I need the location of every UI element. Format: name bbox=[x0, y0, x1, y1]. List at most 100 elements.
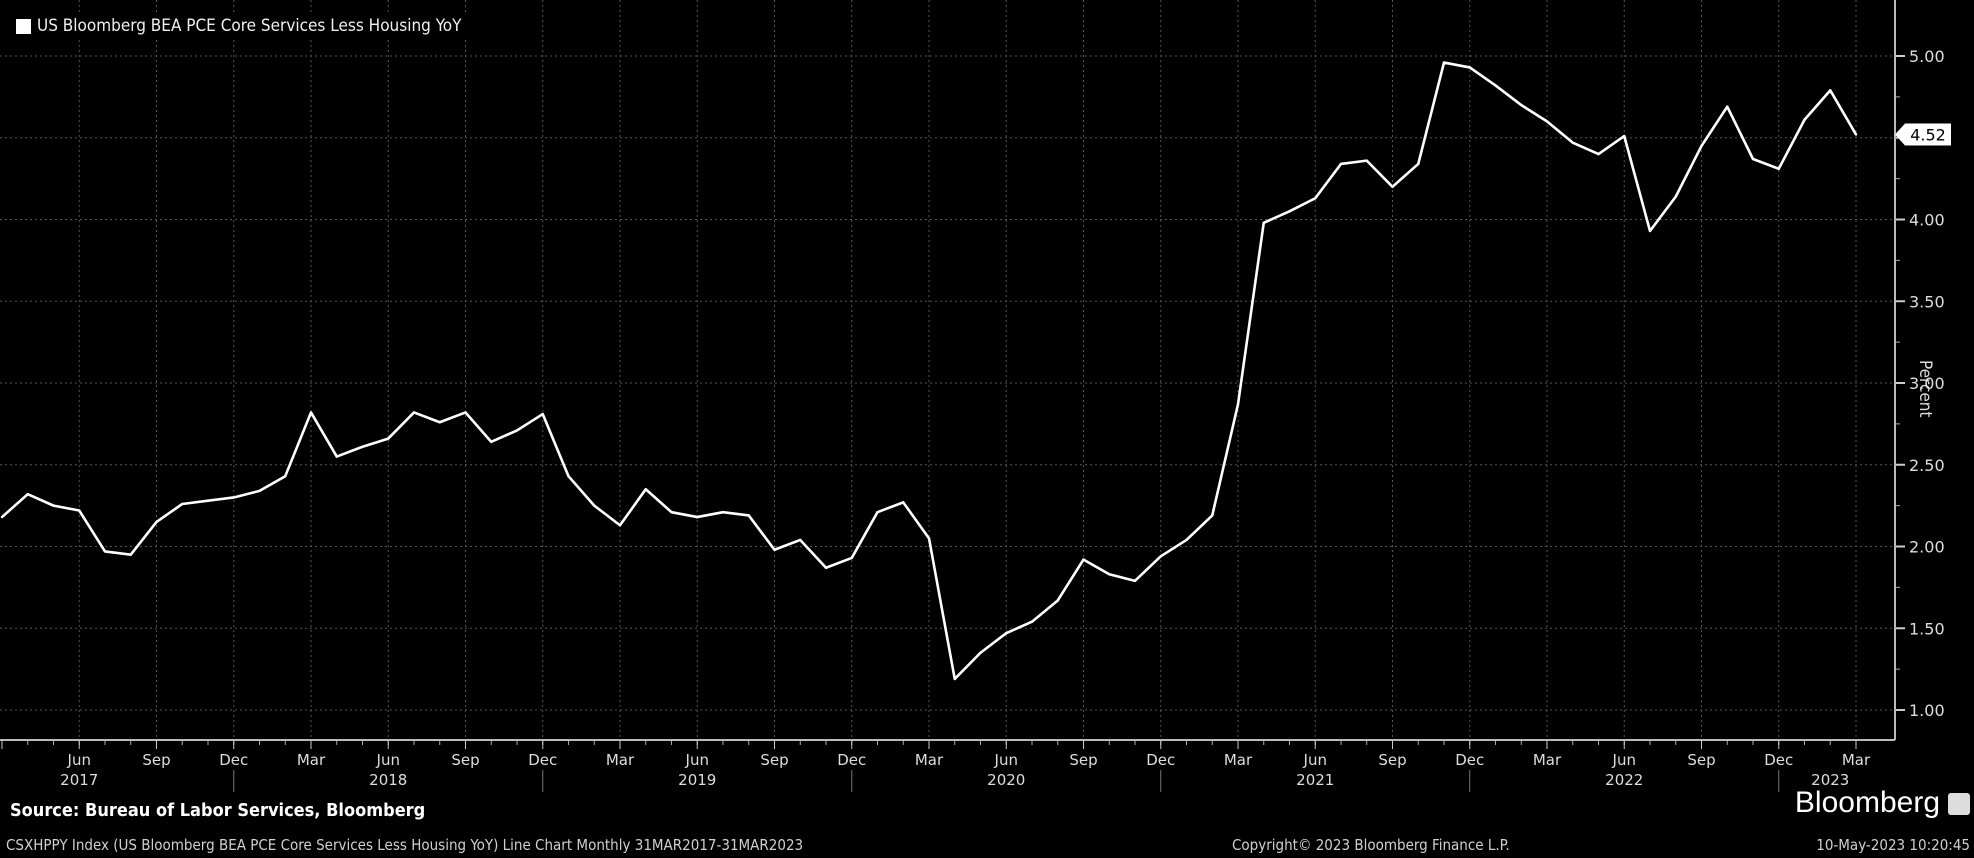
data-point bbox=[644, 488, 647, 491]
data-point bbox=[103, 550, 107, 553]
footer-timestamp: 10-May-2023 10:20:45 bbox=[1816, 836, 1970, 854]
data-point bbox=[515, 429, 519, 432]
data-point bbox=[1520, 103, 1523, 107]
data-point bbox=[1597, 152, 1600, 156]
data-point bbox=[567, 474, 570, 478]
x-tick-label: Sep bbox=[451, 751, 479, 769]
last-value-label: 4.52 bbox=[1910, 125, 1946, 144]
x-tick-label: Jun bbox=[376, 751, 400, 769]
x-tick-label: Mar bbox=[915, 751, 944, 769]
x-year-label: 2022 bbox=[1605, 771, 1643, 789]
data-point bbox=[1082, 558, 1085, 561]
footer-description: CSXHPPY Index (US Bloomberg BEA PCE Core… bbox=[6, 836, 804, 854]
data-point bbox=[1417, 162, 1420, 166]
x-tick-label: Jun bbox=[1303, 751, 1327, 769]
data-point bbox=[799, 538, 802, 542]
legend-swatch bbox=[16, 18, 31, 34]
x-tick-label: Sep bbox=[142, 751, 170, 769]
x-year-label: 2019 bbox=[678, 771, 716, 789]
x-tick-label: Dec bbox=[528, 751, 557, 769]
data-point bbox=[232, 496, 235, 499]
data-point bbox=[824, 566, 828, 569]
x-year-label: 2017 bbox=[60, 771, 98, 789]
data-point bbox=[52, 504, 55, 507]
data-point bbox=[593, 504, 596, 507]
y-tick-label: 5.00 bbox=[1909, 47, 1945, 66]
data-point bbox=[26, 492, 29, 496]
x-year-label: 2020 bbox=[987, 771, 1025, 789]
data-point bbox=[1803, 118, 1806, 121]
data-point bbox=[387, 437, 390, 440]
data-point bbox=[1133, 579, 1137, 583]
y-tick-label: 4.00 bbox=[1909, 211, 1945, 230]
data-point bbox=[258, 489, 261, 493]
data-point bbox=[670, 510, 673, 514]
y-tick-label: 1.00 bbox=[1909, 701, 1945, 720]
data-point bbox=[464, 411, 467, 414]
data-point bbox=[438, 421, 441, 424]
data-point bbox=[1494, 84, 1497, 87]
data-point bbox=[1159, 555, 1162, 558]
last-value-pointer bbox=[1895, 123, 1905, 146]
data-point bbox=[1365, 159, 1368, 162]
data-point bbox=[1185, 538, 1188, 542]
y-axis-label: Percent bbox=[1915, 360, 1935, 418]
line-chart: 1.001.502.002.503.003.504.004.505.00JunS… bbox=[0, 0, 1951, 792]
x-tick-label: Jun bbox=[685, 751, 709, 769]
data-point bbox=[1236, 403, 1240, 406]
data-point bbox=[1391, 185, 1394, 188]
data-point bbox=[1468, 66, 1471, 69]
data-point bbox=[206, 499, 210, 502]
data-point bbox=[412, 411, 416, 414]
data-point bbox=[1700, 144, 1703, 148]
y-tick-label: 1.50 bbox=[1909, 619, 1945, 638]
data-point bbox=[155, 520, 158, 524]
bloomberg-chart-icon bbox=[1948, 793, 1970, 815]
data-point bbox=[1648, 229, 1652, 233]
data-point bbox=[361, 445, 364, 448]
y-tick-label: 2.50 bbox=[1909, 456, 1945, 475]
x-tick-label: Dec bbox=[1455, 751, 1484, 769]
x-tick-label: Mar bbox=[1842, 751, 1871, 769]
x-tick-label: Sep bbox=[1378, 751, 1406, 769]
data-point bbox=[618, 524, 622, 527]
data-point bbox=[1829, 89, 1832, 92]
data-point bbox=[1442, 61, 1446, 64]
x-tick-label: Mar bbox=[1224, 751, 1253, 769]
legend: US Bloomberg BEA PCE Core Services Less … bbox=[12, 14, 466, 38]
x-tick-label: Dec bbox=[219, 751, 248, 769]
data-point bbox=[1262, 221, 1265, 224]
x-tick-label: Mar bbox=[1533, 751, 1562, 769]
x-tick-label: Sep bbox=[1069, 751, 1097, 769]
data-point bbox=[490, 440, 493, 444]
x-tick-label: Sep bbox=[1687, 751, 1715, 769]
data-point bbox=[1751, 157, 1755, 161]
data-point bbox=[1571, 141, 1574, 144]
x-tick-label: Dec bbox=[1764, 751, 1793, 769]
data-point bbox=[129, 553, 132, 556]
bloomberg-logo: Bloomberg bbox=[1794, 786, 1940, 819]
x-tick-label: Mar bbox=[606, 751, 635, 769]
data-point bbox=[953, 677, 956, 681]
data-point bbox=[1288, 210, 1291, 213]
data-point bbox=[876, 510, 879, 514]
x-tick-label: Mar bbox=[297, 751, 326, 769]
data-point bbox=[1339, 162, 1343, 166]
data-point bbox=[1056, 599, 1059, 602]
y-tick-label: 3.50 bbox=[1909, 292, 1945, 311]
data-point bbox=[773, 548, 776, 551]
x-tick-label: Jun bbox=[994, 751, 1018, 769]
data-point bbox=[0, 515, 4, 519]
source-note: Source: Bureau of Labor Services, Bloomb… bbox=[10, 800, 426, 821]
data-point bbox=[1623, 134, 1626, 138]
data-point bbox=[1674, 195, 1677, 198]
data-point bbox=[309, 411, 313, 414]
data-point bbox=[721, 510, 725, 514]
data-point bbox=[78, 509, 81, 512]
data-point bbox=[1108, 573, 1111, 576]
data-point bbox=[979, 651, 982, 654]
x-tick-label: Jun bbox=[67, 751, 91, 769]
x-tick-label: Jun bbox=[1612, 751, 1636, 769]
x-year-label: 2018 bbox=[369, 771, 407, 789]
data-point bbox=[1005, 631, 1008, 635]
